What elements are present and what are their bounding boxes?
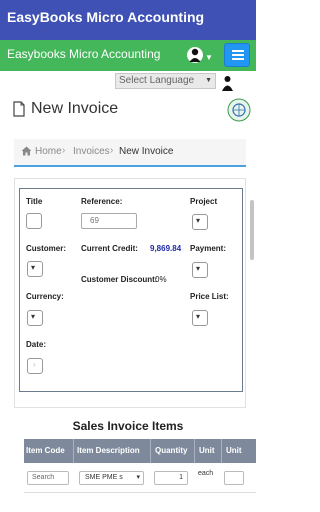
current-credit-value: 9,869.84 — [150, 244, 182, 253]
language-bar: Select Language ▼ — [0, 71, 256, 95]
breadcrumb: Home › Invoices › New Invoice — [14, 139, 246, 167]
breadcrumb-current: New Invoice — [119, 146, 174, 157]
chevron-down-icon: ▼ — [205, 77, 212, 84]
document-icon — [13, 101, 25, 117]
chevron-down-icon: ▾ — [136, 474, 140, 481]
avatar-icon[interactable] — [187, 45, 203, 65]
language-select[interactable]: Select Language ▼ — [115, 73, 216, 89]
item-code-search-input[interactable]: Search — [27, 471, 69, 485]
chevron-right-icon: › — [62, 145, 66, 156]
item-description-value: SME PME s — [85, 474, 123, 481]
column-header: Unit — [199, 446, 215, 455]
quantity-input[interactable]: 1 — [154, 471, 188, 485]
table-row: Search SME PME s ▾ 1 each — [24, 463, 256, 493]
project-select[interactable] — [192, 214, 208, 230]
reference-input[interactable]: 69 — [81, 213, 137, 229]
column-header: Quantity — [155, 446, 188, 455]
project-label: Project — [190, 197, 218, 206]
brand-name[interactable]: Easybooks Micro Accounting — [7, 46, 160, 62]
unit-value: each — [198, 470, 214, 477]
customer-label: Customer: — [26, 244, 67, 253]
chevron-right-icon: › — [110, 145, 114, 156]
reference-label: Reference: — [81, 197, 123, 206]
app-bar: EasyBooks Micro Accounting — [0, 0, 256, 40]
top-nav: Easybooks Micro Accounting ▼ — [0, 40, 256, 71]
scrollbar[interactable] — [250, 200, 254, 260]
chevron-down-icon[interactable]: ▼ — [205, 53, 213, 62]
column-header: Item Code — [26, 446, 65, 455]
date-label: Date: — [26, 340, 47, 349]
avatar-icon[interactable] — [221, 74, 234, 92]
app-title: EasyBooks Micro Accounting — [7, 9, 205, 25]
language-select-value: Select Language — [119, 75, 195, 86]
price-list-select[interactable] — [192, 310, 208, 326]
current-credit-label: Current Credit: — [81, 244, 138, 253]
item-description-select[interactable]: SME PME s ▾ — [79, 471, 144, 485]
page-title: New Invoice — [31, 100, 119, 117]
payment-label: Payment: — [190, 244, 227, 253]
customer-select[interactable] — [27, 261, 43, 277]
invoice-form: Title Reference: 69 Project Customer: Cu… — [19, 188, 243, 392]
price-list-label: Price List: — [190, 292, 229, 301]
page-header: New Invoice — [0, 95, 256, 125]
column-header: Item Description — [77, 446, 140, 455]
currency-label: Currency: — [26, 292, 64, 301]
customer-discount-value: 0% — [155, 275, 167, 284]
title-label: Title — [26, 197, 43, 206]
invoice-panel: Title Reference: 69 Project Customer: Cu… — [14, 178, 246, 408]
home-icon — [21, 146, 32, 156]
breadcrumb-home[interactable]: Home — [35, 146, 62, 157]
date-input[interactable] — [27, 358, 43, 374]
title-input[interactable] — [26, 213, 42, 229]
currency-select[interactable] — [27, 310, 43, 326]
menu-button[interactable] — [224, 43, 250, 67]
menu-icon — [232, 50, 244, 52]
items-title: Sales Invoice Items — [72, 419, 184, 433]
column-header: Unit — [226, 446, 242, 455]
globe-icon[interactable] — [227, 98, 251, 122]
payment-select[interactable] — [192, 262, 208, 278]
items-table: Item Code Item Description Quantity Unit… — [24, 439, 256, 512]
table-header: Item Code Item Description Quantity Unit… — [24, 439, 256, 463]
unit-price-input[interactable] — [224, 471, 244, 485]
customer-discount-label: Customer Discount: — [81, 275, 158, 284]
breadcrumb-invoices[interactable]: Invoices — [73, 146, 110, 157]
